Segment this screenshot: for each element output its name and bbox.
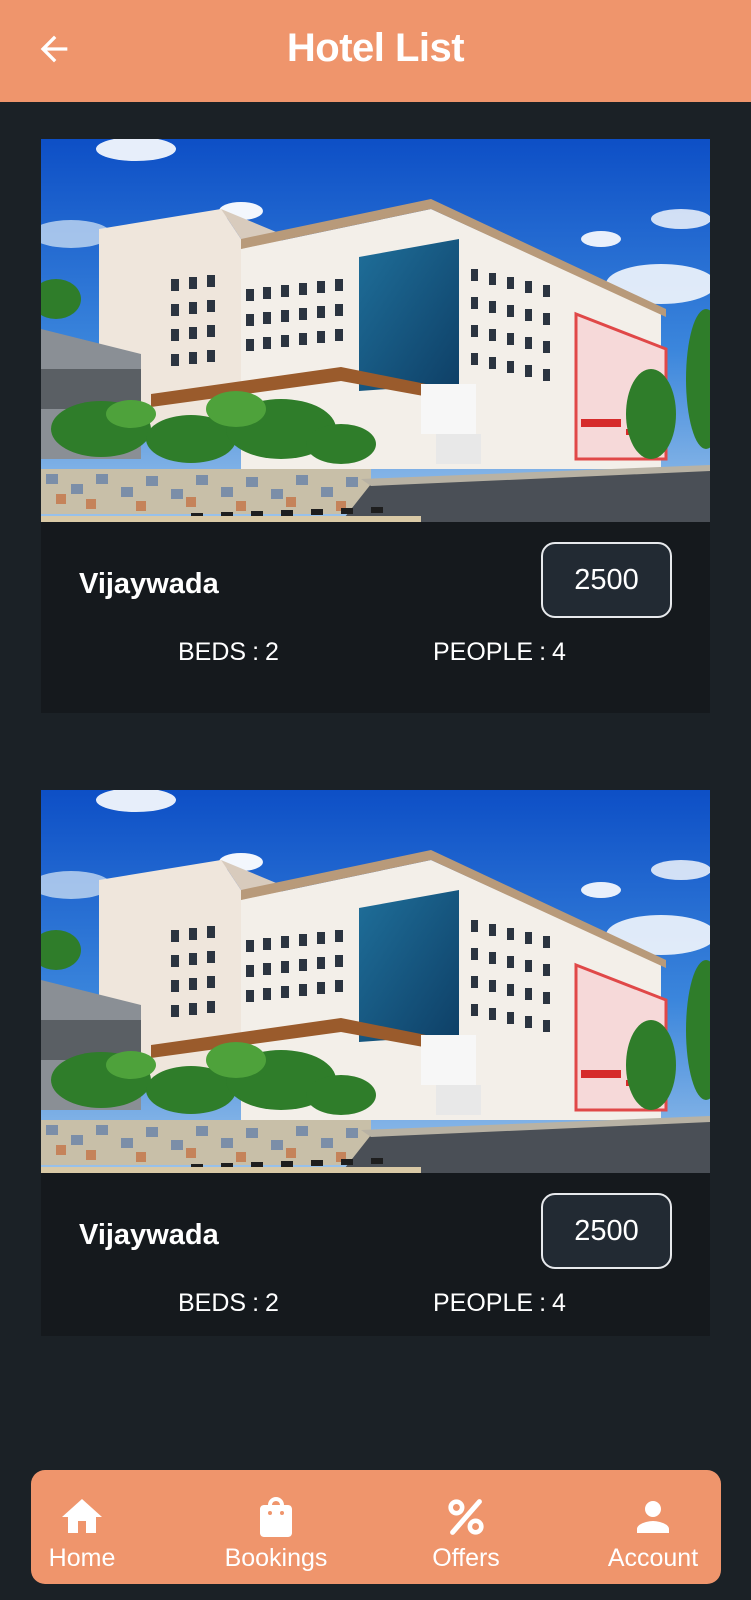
nav-label-offers: Offers [432, 1544, 500, 1572]
nav-item-account[interactable]: Account [598, 1470, 708, 1584]
home-icon [58, 1492, 106, 1542]
nav-label-account: Account [607, 1544, 699, 1572]
back-button[interactable] [30, 25, 78, 73]
hotel-image [41, 790, 710, 1173]
price-button[interactable]: 2500 [541, 542, 672, 618]
percent-icon [443, 1492, 489, 1542]
separator: : [539, 1289, 547, 1317]
beds-label: BEDS [178, 1289, 247, 1317]
separator: : [252, 1289, 260, 1317]
hotel-card[interactable]: Vijaywada 2500 BEDS:2 PEOPLE:4 [41, 139, 710, 713]
people-count: PEOPLE:4 [433, 1289, 566, 1318]
nav-item-home[interactable]: Home [44, 1470, 120, 1584]
nav-label-bookings: Bookings [224, 1544, 328, 1572]
hotel-card[interactable]: Vijaywada 2500 BEDS:2 PEOPLE:4 [41, 790, 710, 1336]
beds-value: 2 [265, 1289, 279, 1317]
people-label: PEOPLE [433, 1289, 534, 1317]
people-count: PEOPLE:4 [433, 638, 566, 667]
app-header: Hotel List [0, 0, 751, 102]
person-icon [629, 1492, 677, 1542]
shopping-bag-icon [252, 1492, 300, 1542]
people-value: 4 [552, 1289, 566, 1317]
nav-item-bookings[interactable]: Bookings [216, 1470, 336, 1584]
hotel-name: Vijaywada [79, 1219, 219, 1251]
beds-label: BEDS [178, 638, 247, 666]
beds-value: 2 [265, 638, 279, 666]
separator: : [252, 638, 260, 666]
app-screen: Hotel List Vijaywada 2500 BEDS: 2 PEOPL… [0, 0, 751, 1600]
separator: : [539, 638, 547, 666]
nav-label-home: Home [48, 1544, 116, 1572]
people-value: 4 [552, 638, 566, 666]
nav-item-offers[interactable]: Offers [423, 1470, 509, 1584]
page-title: Hotel List [286, 25, 465, 70]
people-label: PEOPLE [433, 638, 534, 666]
beds-count: BEDS:2 [178, 1289, 279, 1318]
hotel-image [41, 139, 710, 522]
beds-count: BEDS:2 [178, 638, 279, 667]
hotel-name: Vijaywada [79, 568, 219, 600]
bottom-navigation: Home Bookings Offers Account [31, 1470, 721, 1584]
arrow-left-icon [40, 35, 68, 63]
price-button[interactable]: 2500 [541, 1193, 672, 1269]
